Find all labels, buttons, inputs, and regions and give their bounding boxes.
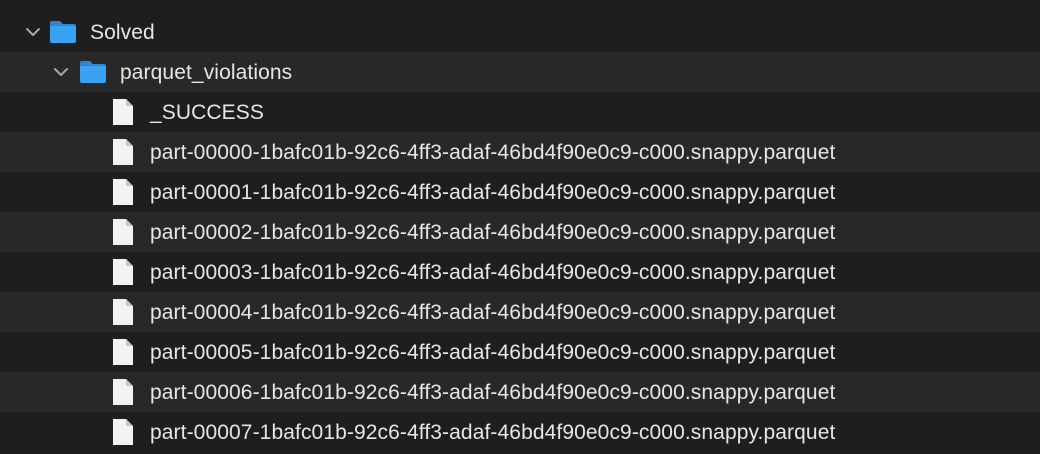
folder-label-solved: Solved <box>90 20 155 44</box>
tree-row-file[interactable]: part-00007-1bafc01b-92c6-4ff3-adaf-46bd4… <box>0 412 1040 452</box>
file-icon <box>110 257 136 287</box>
tree-row-file[interactable]: part-00006-1bafc01b-92c6-4ff3-adaf-46bd4… <box>0 372 1040 412</box>
tree-row-file[interactable]: _SUCCESS <box>0 92 1040 132</box>
tree-row-file[interactable]: part-00000-1bafc01b-92c6-4ff3-adaf-46bd4… <box>0 132 1040 172</box>
file-icon <box>110 137 136 167</box>
file-label: part-00001-1bafc01b-92c6-4ff3-adaf-46bd4… <box>150 180 836 204</box>
folder-label-parquet-violations: parquet_violations <box>120 60 293 84</box>
file-label: part-00002-1bafc01b-92c6-4ff3-adaf-46bd4… <box>150 220 836 244</box>
chevron-down-icon[interactable] <box>24 23 42 41</box>
tree-row-file[interactable]: part-00003-1bafc01b-92c6-4ff3-adaf-46bd4… <box>0 252 1040 292</box>
tree-top-edge <box>0 0 1040 12</box>
file-icon <box>110 297 136 327</box>
file-icon <box>110 177 136 207</box>
tree-row-file[interactable]: part-00002-1bafc01b-92c6-4ff3-adaf-46bd4… <box>0 212 1040 252</box>
file-label: part-00005-1bafc01b-92c6-4ff3-adaf-46bd4… <box>150 340 836 364</box>
file-label: _SUCCESS <box>150 100 265 124</box>
file-icon <box>110 377 136 407</box>
tree-row-file[interactable]: part-00004-1bafc01b-92c6-4ff3-adaf-46bd4… <box>0 292 1040 332</box>
tree-row-file[interactable]: part-00001-1bafc01b-92c6-4ff3-adaf-46bd4… <box>0 172 1040 212</box>
file-icon <box>110 417 136 447</box>
file-icon <box>110 337 136 367</box>
folder-icon <box>48 19 78 45</box>
file-icon <box>110 217 136 247</box>
file-label: part-00000-1bafc01b-92c6-4ff3-adaf-46bd4… <box>150 140 836 164</box>
folder-icon <box>78 59 108 85</box>
file-label: part-00006-1bafc01b-92c6-4ff3-adaf-46bd4… <box>150 380 836 404</box>
file-tree: Solved parquet_violations _SUCCESS part-… <box>0 0 1040 454</box>
tree-row-parquet-violations[interactable]: parquet_violations <box>0 52 1040 92</box>
tree-row-file[interactable]: part-00005-1bafc01b-92c6-4ff3-adaf-46bd4… <box>0 332 1040 372</box>
file-icon <box>110 97 136 127</box>
tree-row-solved[interactable]: Solved <box>0 12 1040 52</box>
file-label: part-00007-1bafc01b-92c6-4ff3-adaf-46bd4… <box>150 420 836 444</box>
file-label: part-00003-1bafc01b-92c6-4ff3-adaf-46bd4… <box>150 260 836 284</box>
file-label: part-00004-1bafc01b-92c6-4ff3-adaf-46bd4… <box>150 300 836 324</box>
chevron-down-icon[interactable] <box>52 63 70 81</box>
